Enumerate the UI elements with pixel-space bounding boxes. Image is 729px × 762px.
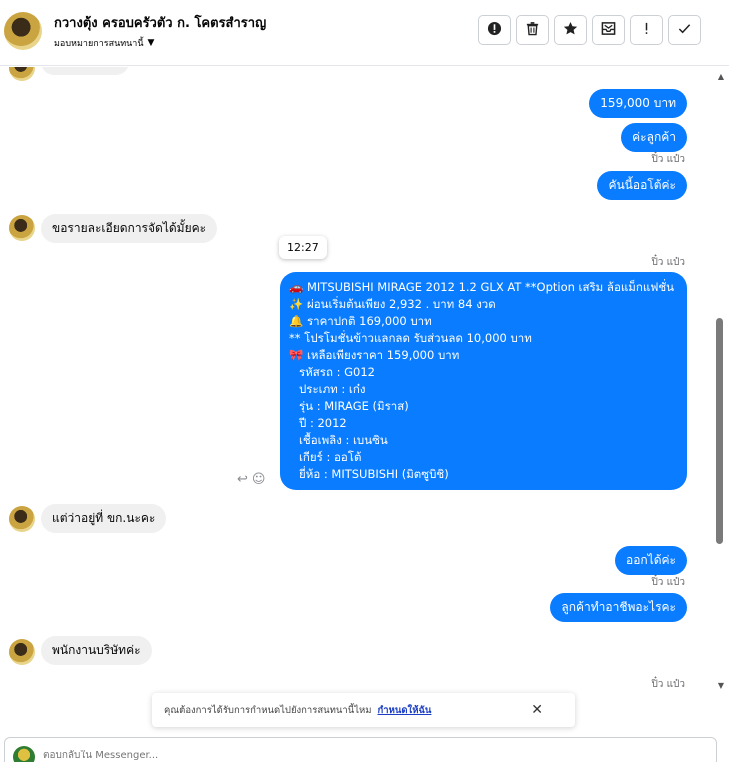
alert-circle-icon [487,21,502,40]
contact-name[interactable]: กวางตุ้ง ครอบครัวตัว ก. โคตรสำราญ [54,12,266,33]
contact-avatar-small [9,506,35,532]
check-icon [677,21,692,40]
delete-button[interactable] [516,15,549,45]
message-bubble[interactable]: แต่ว่าอยู่ที่ ขก.นะคะ [41,504,167,533]
listing-line: รุ่น : MIRAGE (มิราส) [299,399,409,413]
assign-label: มอบหมายการสนทนานี้ [54,39,144,49]
emoji-reaction-icon[interactable]: ☺ [252,472,266,487]
contact-avatar-small [9,639,35,665]
listing-line: ประเภท : เก๋ง [299,382,366,396]
archive-button[interactable] [592,15,625,45]
listing-line: เกียร์ : ออโต้ [299,450,362,464]
star-icon [563,21,578,40]
listing-line: เชื้อเพลิง : เบนซิน [299,433,388,447]
seen-indicator: ปิ๋ว แป๋ว [651,257,685,268]
message-bubble[interactable]: ลูกค้าทำอาชีพอะไรคะ [550,593,687,622]
scroll-down-arrow-icon[interactable]: ▼ [718,681,724,690]
reply-icon[interactable]: ↩ [237,472,248,487]
timestamp-tooltip: 12:27 [279,236,327,259]
message-thread[interactable]: 159,000 บาท ค่ะลูกค้า ปิ๋ว แป๋ว คันนี้ออ… [0,67,729,692]
assign-prompt-text: คุณต้องการได้รับการกำหนดไปยังการสนทนานี้… [164,704,372,716]
listing-line: ** โปรโมชั่นข้าวแลกลด รับส่วนลด 10,000 บ… [289,331,532,345]
scrollbar-thumb[interactable] [716,318,723,544]
listing-line: 🔔 ราคาปกติ 169,000 บาท [289,314,432,328]
reply-composer [4,737,717,762]
seen-indicator: ปิ๋ว แป๋ว [651,154,685,165]
message-bubble[interactable]: ขอรายละเอียดการจัดได้มั้ยคะ [41,214,218,243]
listing-line: ยี่ห้อ : MITSUBISHI (มิตซูบิชิ) [299,467,449,481]
contact-avatar-small [9,215,35,241]
listing-line: รหัสรถ : G012 [299,365,375,379]
spam-button[interactable] [478,15,511,45]
listing-line: ✨ ผ่อนเริ่มต้นเพียง 2,932 . บาท 84 งวด [289,297,496,311]
exclamation-icon [639,21,654,40]
star-button[interactable] [554,15,587,45]
archive-icon [601,21,616,40]
listing-line: 🚗 MITSUBISHI MIRAGE 2012 1.2 GLX AT **Op… [289,280,675,294]
done-button[interactable] [668,15,701,45]
car-listing-message[interactable]: 🚗 MITSUBISHI MIRAGE 2012 1.2 GLX AT **Op… [280,272,687,490]
message-bubble[interactable]: 159,000 บาท [589,89,687,118]
assign-prompt-banner: คุณต้องการได้รับการกำหนดไปยังการสนทนานี้… [152,693,575,727]
conversation-header: กวางตุ้ง ครอบครัวตัว ก. โคตรสำราญ มอบหมา… [0,0,729,66]
close-icon[interactable]: ✕ [531,702,543,718]
trash-icon [525,21,540,40]
message-bubble[interactable]: พนักงานบริษัทค่ะ [41,636,152,665]
assign-to-me-link[interactable]: กำหนดให้ฉัน [378,703,432,718]
message-bubble-partial[interactable] [41,67,129,75]
listing-line: 🎀 เหลือเพียงราคา 159,000 บาท [289,348,460,362]
message-bubble[interactable]: ออกได้ค่ะ [615,546,687,575]
page-avatar [13,746,35,762]
seen-indicator: ปิ๋ว แป๋ว [651,679,685,690]
assign-dropdown[interactable]: มอบหมายการสนทนานี้ ▼ [54,36,154,50]
scroll-up-arrow-icon[interactable]: ▲ [718,72,724,81]
seen-indicator: ปิ๋ว แป๋ว [651,577,685,588]
mark-important-button[interactable] [630,15,663,45]
conversation-toolbar [478,15,701,45]
contact-avatar-small [9,67,35,81]
message-bubble[interactable]: คันนี้ออโต้ค่ะ [597,171,687,200]
reply-input[interactable] [43,750,443,761]
listing-line: ปี : 2012 [299,416,347,430]
message-actions: ↩ ☺ [237,472,265,487]
message-bubble[interactable]: ค่ะลูกค้า [621,123,687,152]
contact-avatar[interactable] [4,12,42,50]
caret-down-icon: ▼ [147,38,155,48]
